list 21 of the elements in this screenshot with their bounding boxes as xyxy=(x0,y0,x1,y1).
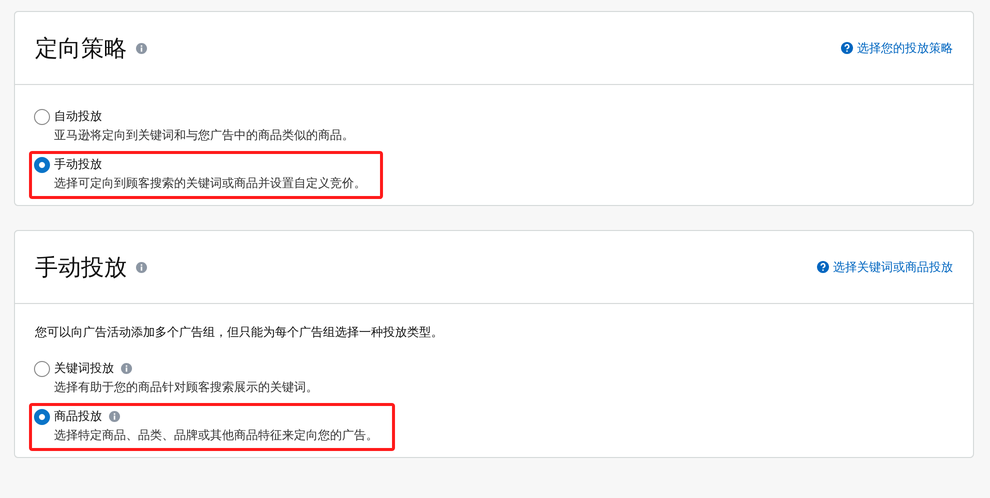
intro-text: 您可以向广告活动添加多个广告组，但只能为每个广告组选择一种投放类型。 xyxy=(35,324,444,341)
option-description: 亚马逊将定向到关键词和与您广告中的商品类似的商品。 xyxy=(54,127,354,144)
info-icon xyxy=(136,42,147,54)
option-description: 选择特定商品、品类、品牌或其他商品特征来定向您的广告。 xyxy=(54,427,378,444)
option-label: 商品投放 xyxy=(54,408,102,425)
help-icon xyxy=(841,42,853,54)
info-icon xyxy=(136,262,147,272)
radio-button[interactable] xyxy=(34,408,50,424)
help-icon xyxy=(817,261,829,273)
option-description: 选择有助于您的商品针对顾客搜索展示的关键词。 xyxy=(54,379,318,396)
radio-button[interactable] xyxy=(34,108,50,124)
help-link[interactable]: 选择您的投放策略 xyxy=(841,40,953,56)
radio-button[interactable] xyxy=(34,360,50,376)
section-title: 定向策略 xyxy=(35,34,127,64)
help-link[interactable]: 选择关键词或商品投放 xyxy=(817,258,953,276)
option-label: 关键词投放 xyxy=(54,360,114,377)
option-description: 选择可定向到顾客搜索的关键词或商品并设置自定义竞价。 xyxy=(54,175,366,192)
section-title: 手动投放 xyxy=(35,254,127,282)
option-label: 手动投放 xyxy=(54,156,102,173)
radio-button[interactable] xyxy=(34,156,50,172)
option-label: 自动投放 xyxy=(54,108,102,125)
